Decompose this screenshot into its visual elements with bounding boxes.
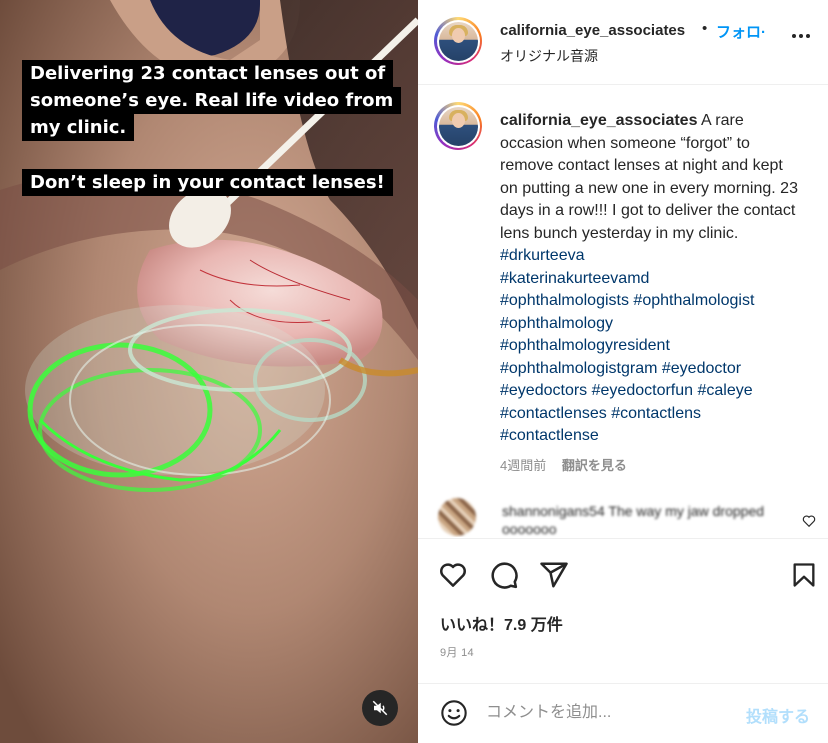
bookmark-icon[interactable] [790,560,818,590]
avatar [438,106,478,146]
hashtag[interactable]: #ophthalmology [500,315,613,332]
hashtag[interactable]: #caleye [697,382,752,399]
post-video[interactable]: Delivering 23 contact lenses out of some… [0,0,418,743]
post-caption-area: california_eye_associates A rare occasio… [418,86,828,537]
comment-item: shannonigans54 The way my jaw dropped ооо… [418,490,828,537]
hashtag[interactable]: #contactlenses [500,405,607,422]
story-ring[interactable] [434,17,482,65]
video-caption-overlay: Delivering 23 contact lenses out of some… [22,60,402,196]
caption-text: california_eye_associates A rare occasio… [500,110,800,448]
post-side-panel: california_eye_associates • フォロ· オリジナル音源… [418,0,828,743]
see-translation-button[interactable]: 翻訳を見る [562,458,627,473]
hashtag[interactable]: #katerinakurteevamd [500,270,649,287]
post-comment-button[interactable]: 投稿する [746,703,810,727]
caption-line: my clinic. [22,114,135,141]
post-date[interactable]: 9月 14 [440,644,474,660]
hashtag[interactable]: #drkurteeva [500,247,585,264]
mute-button[interactable] [362,690,398,726]
comment-text: shannonigans54 The way my jaw dropped ооо… [502,503,765,537]
comment-input[interactable] [486,698,736,728]
hashtag[interactable]: #eyedoctorfun [592,382,693,399]
hashtag[interactable]: #contactlense [500,427,599,444]
caption-username[interactable]: california_eye_associates [500,112,697,129]
hashtag[interactable]: #eyedoctor [662,360,741,377]
hashtag[interactable]: #ophthalmologists [500,292,629,309]
heart-outline-icon[interactable] [802,514,816,528]
commenter-avatar[interactable] [438,498,476,536]
original-audio-link[interactable]: オリジナル音源 [500,46,598,66]
hashtag[interactable]: #contactlens [611,405,701,422]
hashtag[interactable]: #ophthalmologist [633,292,754,309]
caption-meta: 4週間前 翻訳を見る [500,455,627,474]
time-ago: 4週間前 [500,458,547,473]
heart-icon[interactable] [438,560,468,590]
comment-bubble-icon[interactable] [489,560,519,590]
post-actions: いいね！7.9 万件 9月 14 [418,538,828,683]
hashtag[interactable]: #ophthalmologistgram [500,360,657,377]
caption-line: someone’s eye. Real life video from [22,87,402,114]
speaker-muted-icon [372,700,388,716]
caption-warning: Don’t sleep in your contact lenses! [22,169,393,196]
follow-button[interactable]: フォロ· [716,21,766,42]
caption-avatar[interactable] [434,102,482,150]
paper-plane-icon[interactable] [539,560,569,590]
separator-dot: • [702,20,708,37]
caption-line: Delivering 23 contact lenses out of [22,60,394,87]
more-options-button[interactable] [792,34,810,38]
smiley-icon[interactable] [440,699,468,727]
post-header: california_eye_associates • フォロ· オリジナル音源 [418,0,828,85]
add-comment-bar: 投稿する [418,683,828,743]
more-horizontal-icon [792,34,796,38]
avatar [438,21,478,61]
hashtag[interactable]: #eyedoctors [500,382,587,399]
caption-body: A rare occasion when someone “forgot” to… [500,112,798,242]
likes-count[interactable]: いいね！7.9 万件 [440,611,563,635]
hashtag[interactable]: #ophthalmologyresident [500,337,670,354]
header-username[interactable]: california_eye_associates [500,22,685,39]
